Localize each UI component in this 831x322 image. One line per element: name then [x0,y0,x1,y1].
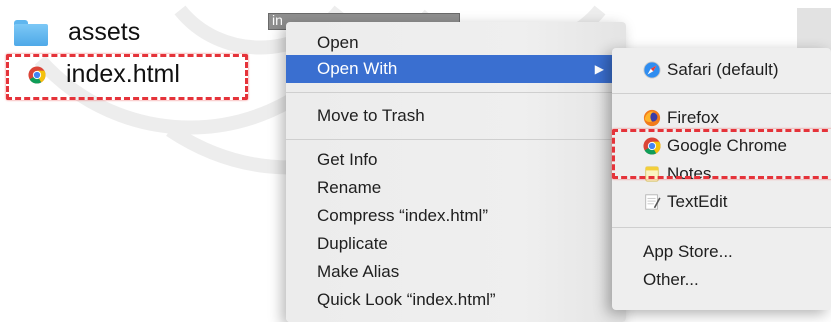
menu-item-open[interactable]: Open [286,29,626,57]
submenu-item-app-store[interactable]: App Store... [612,238,831,266]
submenu-item-safari[interactable]: Safari (default) [612,56,831,84]
highlight-outline [612,129,831,179]
menu-item-rename[interactable]: Rename [286,174,626,202]
menu-item-quick-look[interactable]: Quick Look “index.html” [286,286,626,314]
menu-item-compress[interactable]: Compress “index.html” [286,202,626,230]
submenu-arrow-icon: ▶ [594,62,604,76]
submenu-item-firefox[interactable]: Firefox [612,104,831,132]
menu-item-move-to-trash[interactable]: Move to Trash [286,102,626,130]
submenu-item-textedit[interactable]: TextEdit [612,188,831,216]
context-menu: Open Open With ▶ Move to Trash Get Info … [286,22,626,322]
safari-icon [643,61,661,79]
menu-item-open-with[interactable]: Open With ▶ [286,55,626,83]
menu-item-get-info[interactable]: Get Info [286,146,626,174]
highlight-outline [6,54,248,100]
file-row-assets[interactable]: assets [14,18,140,47]
rename-text: in [272,12,283,28]
submenu-separator [612,227,831,228]
file-name: assets [68,18,141,46]
submenu-item-other[interactable]: Other... [612,266,831,294]
open-with-submenu: Safari (default) Firefox Google Chrome N… [612,48,831,310]
menu-separator [286,92,626,93]
menu-item-make-alias[interactable]: Make Alias [286,258,626,286]
menu-separator [286,139,626,140]
menu-item-duplicate[interactable]: Duplicate [286,230,626,258]
firefox-icon [643,109,661,127]
submenu-separator [612,93,831,94]
folder-icon [14,19,48,46]
textedit-icon [645,194,661,210]
